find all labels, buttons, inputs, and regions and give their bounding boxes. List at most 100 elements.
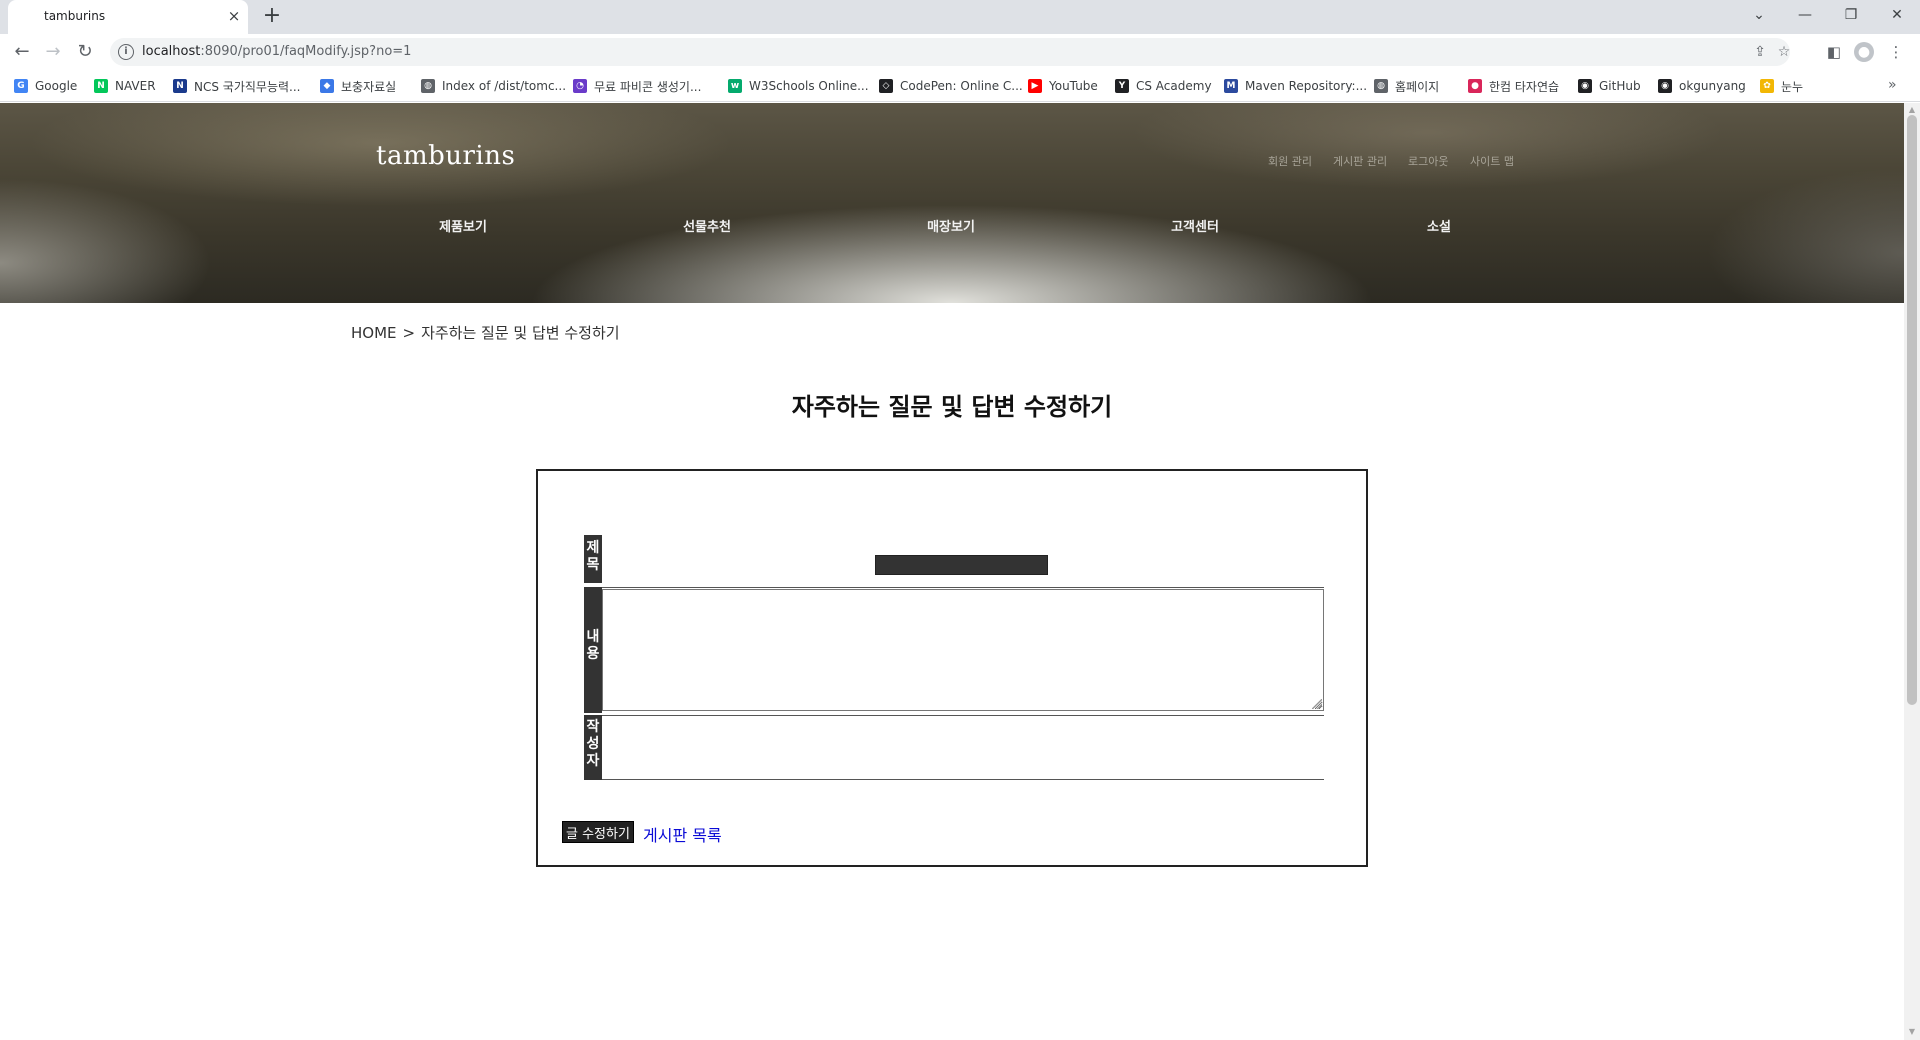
divider [602,587,1324,588]
bookmark-label: 한컴 타자연습 [1489,79,1560,94]
breadcrumb: HOME > 자주하는 질문 및 답변 수정하기 [351,322,620,343]
breadcrumb-home[interactable]: HOME [351,324,397,342]
content-textarea[interactable] [602,589,1324,711]
bookmark-label: 홈페이지 [1395,79,1440,94]
tab-search-icon[interactable]: ⌄ [1744,3,1774,27]
bookmark-favicon-icon: N [173,79,187,93]
bookmark-label: okgunyang [1679,79,1746,93]
bookmark-favicon-icon: Y [1115,79,1129,93]
bookmark-favicon-icon: ◆ [320,79,334,93]
bookmark-favicon-icon: M [1224,79,1238,93]
bookmark-favicon-icon: ● [1468,79,1482,93]
bookmark-label: YouTube [1049,79,1098,93]
browser-toolbar: ← → ↻ i localhost:8090/pro01/faqModify.j… [0,34,1920,70]
side-panel-icon[interactable]: ◧ [1822,40,1846,64]
menu-kebab-icon[interactable]: ⋮ [1884,40,1908,64]
breadcrumb-separator: > [402,324,416,342]
bookmark-item[interactable]: ◍ 홈페이지 [1374,77,1439,95]
bookmark-item[interactable]: ◆ 보충자료실 [320,77,396,95]
bookmark-favicon-icon: ◍ [1374,79,1388,93]
bookmark-star-icon[interactable]: ☆ [1774,42,1794,62]
author-field-underline [602,779,1324,780]
bookmark-label: NAVER [115,79,156,93]
bookmark-label: 무료 파비콘 생성기... [594,79,702,94]
bookmark-label: CS Academy [1136,79,1212,93]
nav-stores[interactable]: 매장보기 [891,216,1011,235]
bookmark-favicon-icon: ◔ [573,79,587,93]
bookmark-item[interactable]: ◍ Index of /dist/tomc... [421,77,566,95]
scroll-up-arrow-icon[interactable]: ▲ [1907,105,1917,115]
util-link-board-admin[interactable]: 게시판 관리 [1333,153,1387,169]
bookmark-favicon-icon: ✿ [1760,79,1774,93]
minimize-icon[interactable]: — [1790,3,1820,27]
textarea-resize-handle[interactable] [1312,699,1322,709]
restore-icon[interactable]: ❐ [1836,3,1866,27]
bookmark-favicon-icon: ◉ [1658,79,1672,93]
bookmark-item[interactable]: Y CS Academy [1115,77,1212,95]
bookmark-item[interactable]: N NAVER [94,77,156,95]
site-info-icon[interactable]: i [118,44,134,60]
bookmark-item[interactable]: ◉ GitHub [1578,77,1641,95]
submit-edit-button[interactable]: 글 수정하기 [562,821,634,843]
bookmark-favicon-icon: ◇ [879,79,893,93]
url-text[interactable]: localhost:8090/pro01/faqModify.jsp?no=1 [142,44,411,59]
bookmark-label: NCS 국가직무능력... [194,79,301,94]
bookmark-label: Index of /dist/tomc... [442,79,567,93]
back-icon[interactable]: ← [10,40,34,64]
bookmark-favicon-icon: ▶ [1028,79,1042,93]
nav-support[interactable]: 고객센터 [1135,216,1255,235]
bookmarks-bar: G Google N NAVER N NCS 국가직무능력... ◆ 보충자료실 ◍ Index … [0,70,1920,102]
bookmark-item[interactable]: w W3Schools Online... [728,77,869,95]
bookmark-favicon-icon: G [14,79,28,93]
browser-tab-strip: tamburins × + ⌄ — ❐ ✕ [0,0,1920,34]
bookmark-favicon-icon: N [94,79,108,93]
forward-icon[interactable]: → [41,40,65,64]
site-logo[interactable]: tamburins [376,141,515,171]
nav-gift[interactable]: 선물추천 [647,216,767,235]
page-scrollbar[interactable]: ▲ ▼ [1904,103,1920,1040]
bookmark-item[interactable]: M Maven Repository:... [1224,77,1367,95]
content-label: 내용 [584,587,602,713]
page-title: 자주하는 질문 및 답변 수정하기 [791,393,1113,421]
bookmark-item[interactable]: ◇ CodePen: Online C... [879,77,1023,95]
bookmark-item[interactable]: ✿ 눈누 [1760,77,1803,95]
bookmark-item[interactable]: ▶ YouTube [1028,77,1098,95]
page-viewport: tamburins 회원 관리 게시판 관리 로그아웃 사이트 맵 제품보기 선… [0,103,1904,1040]
bookmark-item[interactable]: N NCS 국가직무능력... [173,77,300,95]
bookmark-item[interactable]: G Google [14,77,77,95]
faq-edit-form: 제목 내용 작성자 글 수정하기 게시판 목록 [536,469,1368,867]
divider [602,715,1324,716]
new-tab-icon[interactable]: + [260,5,284,29]
browser-tab[interactable]: tamburins × [8,0,248,34]
breadcrumb-current: 자주하는 질문 및 답변 수정하기 [421,324,620,342]
bookmark-favicon-icon: ◍ [421,79,435,93]
util-link-sitemap[interactable]: 사이트 맵 [1470,153,1514,169]
bookmark-label: CodePen: Online C... [900,79,1023,93]
bookmark-favicon-icon: w [728,79,742,93]
bookmark-item[interactable]: ◔ 무료 파비콘 생성기... [573,77,701,95]
author-label: 작성자 [584,715,602,780]
share-icon[interactable]: ⇪ [1750,42,1770,62]
bookmark-item[interactable]: ◉ okgunyang [1658,77,1746,95]
profile-avatar[interactable]: ● [1854,42,1874,62]
bookmark-label: Google [35,79,78,93]
window-close-icon[interactable]: ✕ [1882,3,1912,27]
bookmark-item[interactable]: ● 한컴 타자연습 [1468,77,1559,95]
title-input[interactable] [875,555,1048,575]
tab-title: tamburins [44,9,106,23]
bookmark-label: 보충자료실 [341,79,397,94]
scroll-down-arrow-icon[interactable]: ▼ [1907,1027,1917,1037]
util-link-logout[interactable]: 로그아웃 [1408,153,1448,169]
bookmark-label: W3Schools Online... [749,79,869,93]
bookmark-label: 눈누 [1781,79,1804,94]
address-bar[interactable]: i localhost:8090/pro01/faqModify.jsp?no=… [110,38,1790,66]
nav-story[interactable]: 소설 [1379,216,1499,235]
board-list-link[interactable]: 게시판 목록 [643,822,722,846]
reload-icon[interactable]: ↻ [73,40,97,64]
close-icon[interactable]: × [224,6,244,26]
bookmarks-overflow-icon[interactable]: » [1888,77,1897,93]
nav-products[interactable]: 제품보기 [403,216,523,235]
scroll-thumb[interactable] [1907,115,1917,705]
util-link-member-admin[interactable]: 회원 관리 [1268,153,1312,169]
header-banner: tamburins 회원 관리 게시판 관리 로그아웃 사이트 맵 제품보기 선… [0,103,1904,303]
